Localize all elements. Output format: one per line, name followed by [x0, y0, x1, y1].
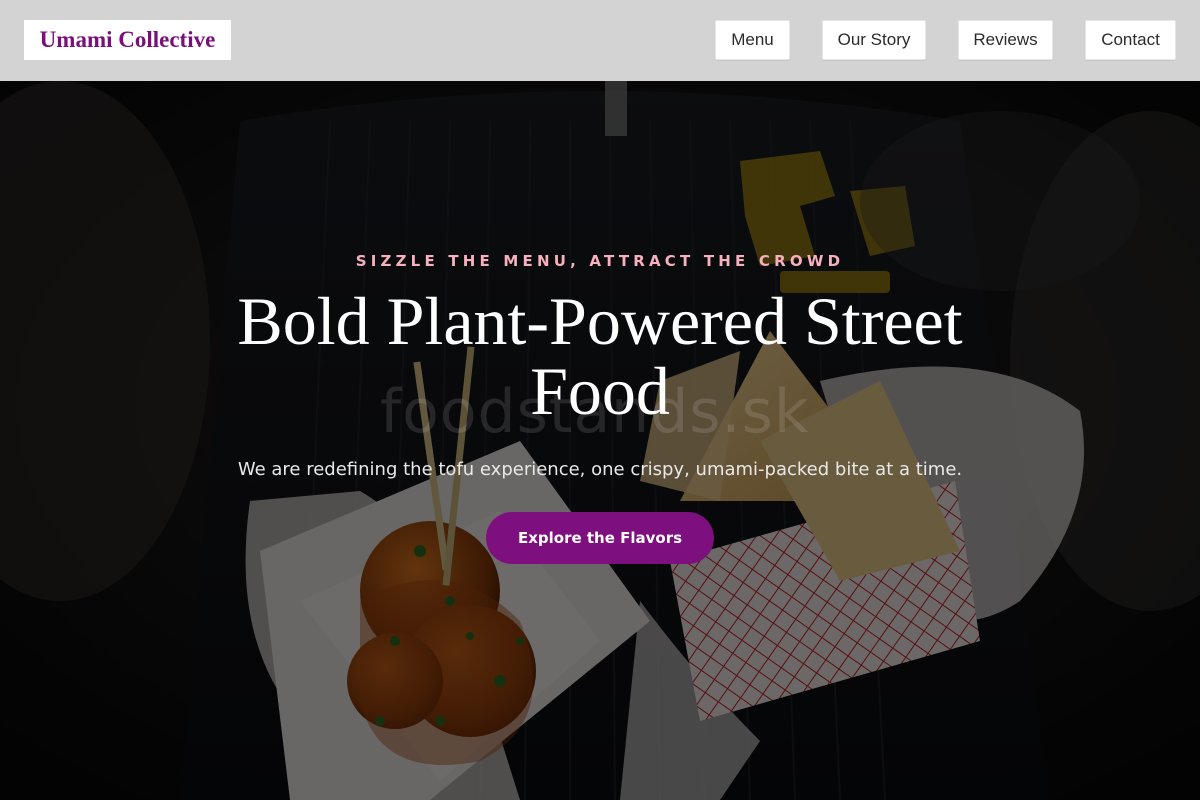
hero-section: foodstands.sk SIZZLE THE MENU, ATTRACT T…	[0, 81, 1200, 800]
nav-menu-button[interactable]: Menu	[715, 20, 790, 60]
hero-headline: Bold Plant-Powered Street Food	[237, 283, 963, 429]
brand-logo[interactable]: Umami Collective	[24, 20, 231, 60]
hero-content: SIZZLE THE MENU, ATTRACT THE CROWD Bold …	[0, 81, 1200, 800]
site-header: Umami Collective Menu Our Story Reviews …	[0, 0, 1200, 81]
explore-flavors-button[interactable]: Explore the Flavors	[486, 512, 714, 564]
hero-subtext: We are redefining the tofu experience, o…	[237, 459, 963, 480]
nav-reviews-button[interactable]: Reviews	[958, 20, 1053, 60]
brand-name: Umami Collective	[39, 27, 216, 52]
hero-tagline: SIZZLE THE MENU, ATTRACT THE CROWD	[355, 252, 845, 270]
nav-our-story-button[interactable]: Our Story	[822, 20, 926, 60]
nav-contact-button[interactable]: Contact	[1085, 20, 1176, 60]
